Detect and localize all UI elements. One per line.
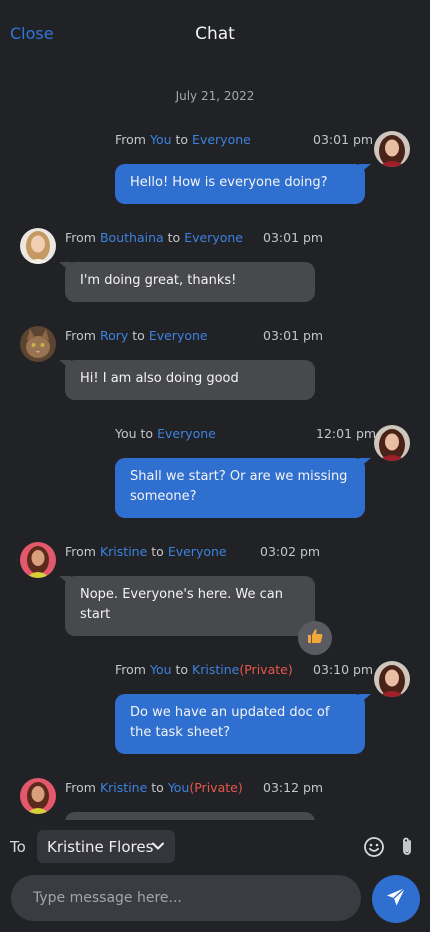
recipient-name[interactable]: You bbox=[168, 780, 190, 795]
recipient-name[interactable]: Everyone bbox=[192, 132, 251, 147]
message-meta: From Kristine to You(Private) bbox=[65, 780, 243, 795]
avatar-rory-icon[interactable] bbox=[20, 326, 56, 362]
chevron-down-icon bbox=[151, 839, 165, 857]
message-meta: From Bouthaina to Everyone bbox=[65, 230, 243, 245]
message-bubble-sent[interactable]: Hello! How is everyone doing? bbox=[115, 164, 365, 204]
message-bubble-received[interactable] bbox=[65, 812, 315, 820]
message-time: 03:01 pm bbox=[263, 230, 324, 245]
message-text: Hi! I am also doing good bbox=[80, 371, 239, 386]
reaction-badge[interactable] bbox=[298, 621, 332, 655]
sender-name[interactable]: Rory bbox=[100, 328, 128, 343]
message-text: Shall we start? Or are we missing someon… bbox=[130, 469, 348, 504]
private-label: (Private) bbox=[189, 780, 243, 795]
message-bubble-sent[interactable]: Shall we start? Or are we missing someon… bbox=[115, 458, 365, 518]
message-text: Nope. Everyone's here. We can start bbox=[80, 587, 283, 622]
avatar-you-icon[interactable] bbox=[374, 661, 410, 697]
message-time: 03:01 pm bbox=[313, 132, 374, 147]
recipient-dropdown[interactable]: Kristine Flores bbox=[37, 830, 175, 863]
recipient-name[interactable]: Everyone bbox=[168, 544, 227, 559]
message-meta: From You to Kristine(Private) bbox=[115, 662, 293, 677]
message-bubble-received[interactable]: I'm doing great, thanks! bbox=[65, 262, 315, 302]
message-meta: From Kristine to Everyone bbox=[65, 544, 227, 559]
recipient-name[interactable]: Kristine bbox=[192, 662, 239, 677]
private-label: (Private) bbox=[239, 662, 293, 677]
recipient-name[interactable]: Everyone bbox=[149, 328, 208, 343]
thumbs-up-icon bbox=[307, 628, 323, 648]
paperclip-icon[interactable] bbox=[397, 836, 417, 862]
avatar-you-icon[interactable] bbox=[374, 131, 410, 167]
message-time: 03:12 pm bbox=[263, 780, 324, 795]
message-time: 03:10 pm bbox=[313, 662, 374, 677]
avatar-kristine-icon[interactable] bbox=[20, 778, 56, 814]
message-time: 12:01 pm bbox=[316, 426, 377, 441]
message-feed[interactable]: July 21, 2022 From You to Everyone 03:01… bbox=[0, 70, 430, 820]
sender-name[interactable]: Kristine bbox=[100, 544, 147, 559]
message-bubble-received[interactable]: Nope. Everyone's here. We can start bbox=[65, 576, 315, 636]
avatar-bouthaina-icon[interactable] bbox=[20, 228, 56, 264]
chat-header: Close Chat bbox=[0, 0, 430, 70]
message-meta: You to Everyone bbox=[115, 426, 216, 441]
avatar-you-icon[interactable] bbox=[374, 425, 410, 461]
message-bubble-received[interactable]: Hi! I am also doing good bbox=[65, 360, 315, 400]
date-divider: July 21, 2022 bbox=[175, 89, 255, 103]
send-icon bbox=[385, 886, 407, 912]
sender-name[interactable]: Kristine bbox=[100, 780, 147, 795]
message-time: 03:01 pm bbox=[263, 328, 324, 343]
message-text: Do we have an updated doc of the task sh… bbox=[130, 705, 330, 740]
sender-name[interactable]: Bouthaina bbox=[100, 230, 164, 245]
recipient-name[interactable]: Everyone bbox=[157, 426, 216, 441]
message-text: I'm doing great, thanks! bbox=[80, 273, 237, 288]
message-meta: From Rory to Everyone bbox=[65, 328, 208, 343]
message-input[interactable] bbox=[11, 875, 361, 921]
sender-name[interactable]: You bbox=[150, 662, 172, 677]
recipient-name[interactable]: Everyone bbox=[184, 230, 243, 245]
emoji-icon[interactable] bbox=[363, 836, 385, 862]
page-title: Chat bbox=[195, 24, 235, 44]
send-button[interactable] bbox=[372, 875, 420, 923]
to-label: To bbox=[10, 838, 26, 856]
recipient-value: Kristine Flores bbox=[47, 837, 154, 856]
sender-name[interactable]: You bbox=[150, 132, 172, 147]
message-bubble-sent[interactable]: Do we have an updated doc of the task sh… bbox=[115, 694, 365, 754]
message-meta: From You to Everyone bbox=[115, 132, 251, 147]
avatar-kristine-icon[interactable] bbox=[20, 542, 56, 578]
message-time: 03:02 pm bbox=[260, 544, 321, 559]
message-text: Hello! How is everyone doing? bbox=[130, 175, 328, 190]
